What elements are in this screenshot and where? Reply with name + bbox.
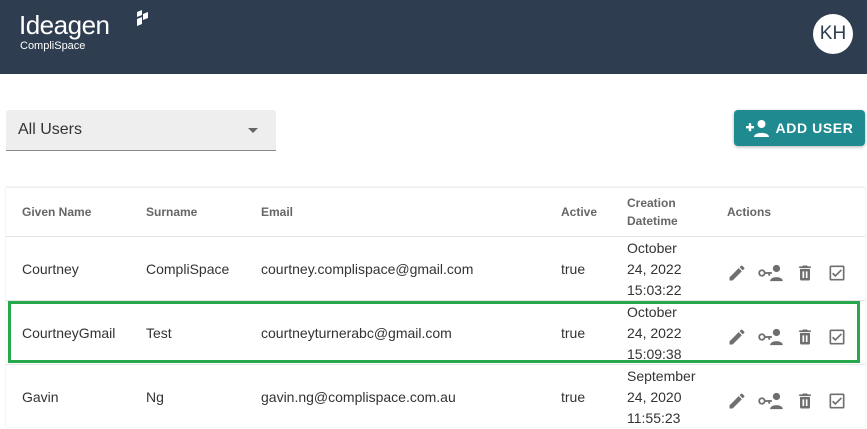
edit-pencil-icon[interactable] — [726, 262, 748, 284]
column-header-email[interactable]: Email — [261, 188, 293, 236]
table-row[interactable]: CourtneyGmail Test courtneyturnerabc@gma… — [6, 300, 865, 364]
user-avatar[interactable]: KH — [813, 14, 853, 54]
cell-active: true — [561, 261, 586, 277]
row-actions — [726, 301, 848, 365]
datetime-line: 24, 2022 — [627, 324, 682, 341]
cell-email: courtneyturnerabc@gmail.com — [261, 325, 452, 341]
cell-creation-datetime: September 24, 2020 11:55:23 — [627, 365, 695, 429]
add-user-label: ADD USER — [775, 120, 854, 136]
logo-text: Ideagen — [19, 10, 110, 40]
datetime-line: 15:03:22 — [627, 281, 682, 298]
user-key-icon[interactable] — [758, 326, 784, 348]
dropdown-caret-icon — [248, 128, 258, 133]
datetime-line: October — [627, 303, 677, 320]
table-row[interactable]: Gavin Ng gavin.ng@complispace.com.au tru… — [6, 364, 865, 428]
user-key-icon[interactable] — [758, 262, 784, 284]
checkbox-checked-icon[interactable] — [826, 326, 848, 348]
row-actions — [726, 237, 848, 301]
row-actions — [726, 365, 848, 429]
column-header-active[interactable]: Active — [561, 188, 597, 236]
column-header-given-name[interactable]: Given Name — [22, 188, 91, 236]
datetime-line: October — [627, 239, 677, 256]
cell-email: gavin.ng@complispace.com.au — [261, 389, 456, 405]
logo-subtext: CompliSpace — [20, 40, 86, 52]
ideagen-logo[interactable]: Ideagen CompliSpace — [19, 10, 148, 52]
logo-mark-icon — [137, 10, 148, 26]
user-filter-select[interactable]: All Users — [6, 110, 276, 151]
cell-email: courtney.complispace@gmail.com — [261, 261, 474, 277]
edit-pencil-icon[interactable] — [726, 326, 748, 348]
users-table: Given Name Surname Email Active Creation… — [6, 187, 865, 427]
delete-trash-icon[interactable] — [794, 390, 816, 412]
checkbox-checked-icon[interactable] — [826, 390, 848, 412]
cell-active: true — [561, 389, 586, 405]
user-key-icon[interactable] — [758, 390, 784, 412]
delete-trash-icon[interactable] — [794, 326, 816, 348]
app-header: Ideagen CompliSpace KH — [0, 0, 867, 74]
column-header-creation-line1: Creation — [627, 196, 676, 210]
column-header-creation-datetime[interactable]: Creation Datetime — [627, 188, 678, 236]
add-user-button[interactable]: ADD USER — [734, 110, 865, 146]
person-add-icon — [745, 120, 769, 137]
cell-given-name: Courtney — [22, 261, 79, 277]
cell-surname: Test — [146, 325, 172, 341]
column-header-creation-line2: Datetime — [627, 214, 678, 228]
cell-given-name: Gavin — [22, 389, 59, 405]
cell-active: true — [561, 325, 586, 341]
delete-trash-icon[interactable] — [794, 262, 816, 284]
edit-pencil-icon[interactable] — [726, 390, 748, 412]
cell-surname: Ng — [146, 389, 164, 405]
cell-creation-datetime: October 24, 2022 15:03:22 — [627, 237, 682, 301]
datetime-line: 15:09:38 — [627, 345, 682, 362]
table-row[interactable]: Courtney CompliSpace courtney.complispac… — [6, 236, 865, 300]
cell-surname: CompliSpace — [146, 261, 230, 277]
column-header-surname[interactable]: Surname — [146, 188, 197, 236]
column-header-actions: Actions — [727, 205, 772, 219]
checkbox-checked-icon[interactable] — [826, 262, 848, 284]
datetime-line: September — [627, 367, 696, 384]
filter-selected-value: All Users — [18, 121, 83, 138]
datetime-line: 11:55:23 — [627, 409, 681, 426]
cell-creation-datetime: October 24, 2022 15:09:38 — [627, 301, 682, 365]
cell-given-name: CourtneyGmail — [22, 325, 116, 341]
datetime-line: 24, 2020 — [627, 388, 682, 405]
datetime-line: 24, 2022 — [627, 260, 682, 277]
